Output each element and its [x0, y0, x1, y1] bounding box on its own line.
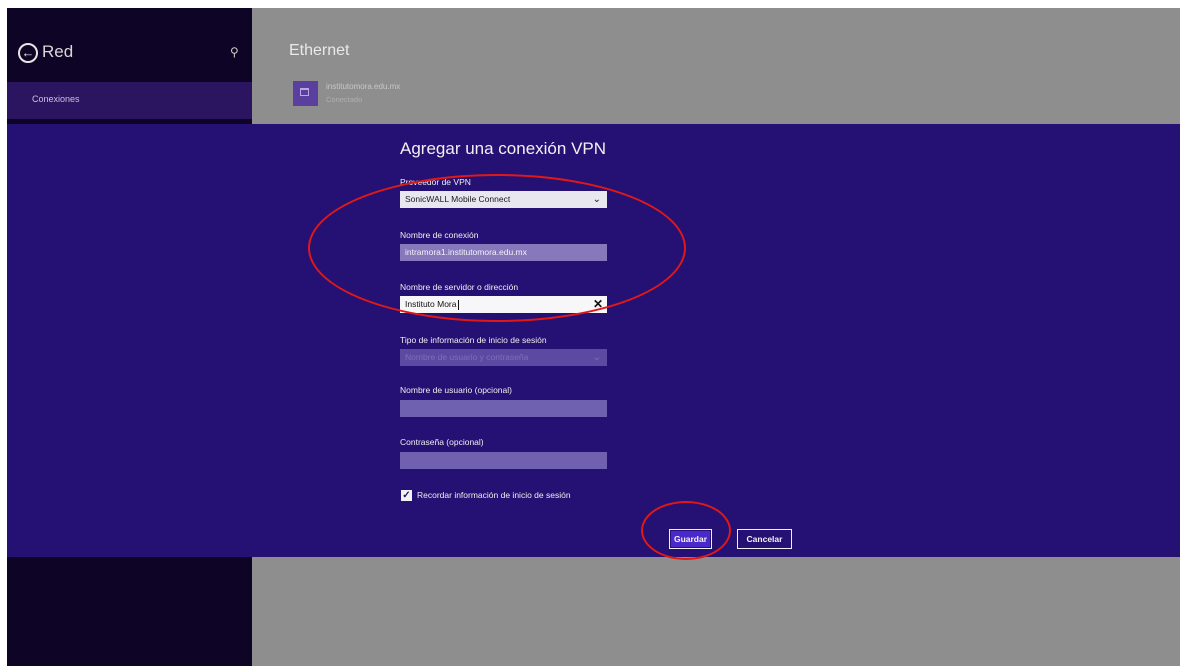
signin-type-value: Nombre de usuario y contraseña: [405, 352, 529, 362]
sidebar-item-conexiones[interactable]: Conexiones: [7, 82, 252, 119]
search-icon[interactable]: ⚲: [230, 45, 239, 59]
username-label: Nombre de usuario (opcional): [400, 385, 512, 395]
network-status: Conectado: [326, 95, 363, 104]
password-label: Contraseña (opcional): [400, 437, 484, 447]
password-input[interactable]: [400, 452, 607, 469]
dialog-title: Agregar una conexión VPN: [400, 139, 607, 158]
settings-screen: ← Red ⚲ Conexiones Ethernet institutomor…: [7, 8, 1180, 666]
annotation-ellipse-fields: [308, 174, 686, 322]
network-icon[interactable]: [293, 81, 318, 106]
username-input[interactable]: [400, 400, 607, 417]
signin-type-label: Tipo de información de inicio de sesión: [400, 335, 547, 345]
network-name[interactable]: institutomora.edu.mx: [326, 82, 400, 91]
remember-checkbox[interactable]: ✓: [401, 490, 412, 501]
annotation-ellipse-save: [641, 501, 731, 560]
signin-type-select: Nombre de usuario y contraseña ⌄: [400, 349, 607, 366]
cancel-button[interactable]: Cancelar: [737, 529, 792, 549]
sidebar-item-label: Conexiones: [32, 94, 80, 104]
chevron-down-icon: ⌄: [592, 352, 601, 363]
section-title: Ethernet: [289, 42, 350, 59]
remember-label: Recordar información de inicio de sesión: [417, 490, 571, 500]
sidebar-title: Red: [42, 42, 74, 61]
back-arrow-circle-icon[interactable]: ←: [18, 43, 38, 63]
